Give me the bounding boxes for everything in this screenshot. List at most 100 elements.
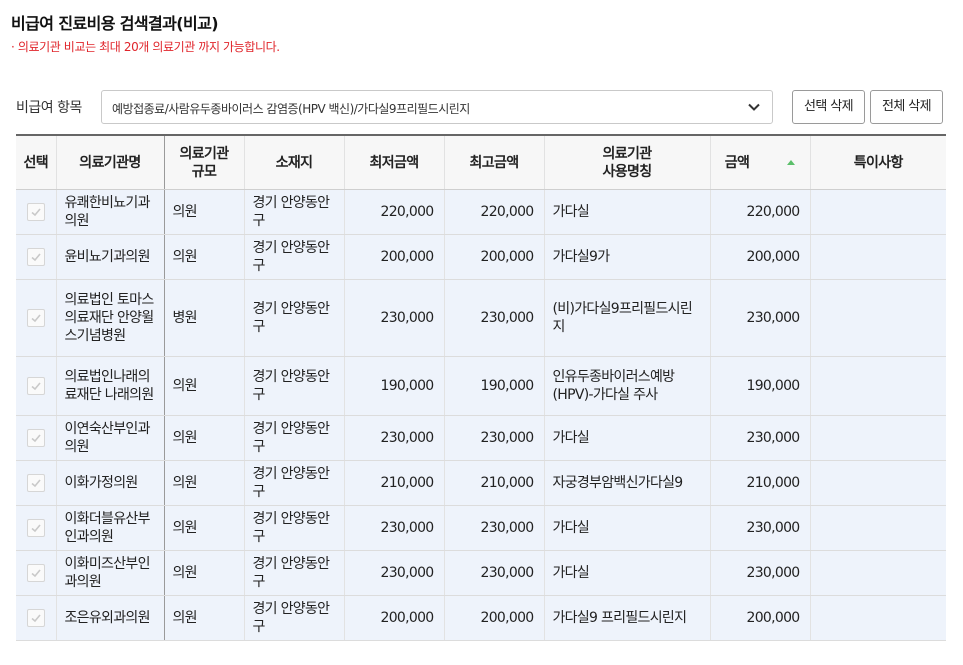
min-price: 230,000	[344, 415, 445, 461]
hospital-location: 경기 안양동안구	[244, 356, 345, 416]
hospital-scale: 병원	[164, 279, 245, 357]
usage-name: 가다실	[544, 550, 711, 596]
delete-all-button[interactable]: 전체 삭제	[870, 90, 943, 124]
hospital-location: 경기 안양동안구	[244, 234, 345, 280]
min-price: 200,000	[344, 234, 445, 280]
max-price: 230,000	[444, 415, 545, 461]
price: 220,000	[710, 189, 811, 235]
min-price: 210,000	[344, 460, 445, 506]
hospital-name: 이화가정의원	[56, 460, 165, 506]
hospital-name: 윤비뇨기과의원	[56, 234, 165, 280]
notes	[810, 415, 946, 461]
price: 230,000	[710, 550, 811, 596]
row-checkbox[interactable]	[26, 519, 45, 537]
table-row: 이화더블유산부인과의원 의원 경기 안양동안구 230,000 230,000 가다실 23…	[16, 505, 946, 551]
check-icon	[31, 524, 41, 533]
notes	[810, 505, 946, 551]
table-row: 윤비뇨기과의원 의원 경기 안양동안구 200,000 200,000 가다실9가 200,…	[16, 234, 946, 280]
chevron-down-icon	[746, 99, 762, 115]
min-price: 190,000	[344, 356, 445, 416]
check-icon	[31, 382, 41, 391]
row-select-cell	[16, 460, 57, 506]
check-icon	[31, 434, 41, 443]
header-scale: 의료기관 규모	[164, 135, 245, 190]
table-row: 조은유외과의원 의원 경기 안양동안구 200,000 200,000 가다실9 프리필드…	[16, 595, 946, 641]
hospital-name: 의료법인나래의료재단 나래의원	[56, 356, 165, 416]
notes	[810, 460, 946, 506]
row-checkbox[interactable]	[26, 248, 45, 266]
header-max-price: 최고금액	[444, 135, 545, 190]
header-min-price: 최저금액	[344, 135, 445, 190]
row-checkbox[interactable]	[26, 309, 45, 327]
hospital-location: 경기 안양동안구	[244, 415, 345, 461]
hospital-scale: 의원	[164, 189, 245, 235]
check-icon	[31, 569, 41, 578]
max-price: 230,000	[444, 505, 545, 551]
hospital-scale: 의원	[164, 595, 245, 641]
header-name: 의료기관명	[56, 135, 165, 190]
usage-name: 인유두종바이러스예방(HPV)-가다실 주사	[544, 356, 711, 416]
usage-name: 가다실9가	[544, 234, 711, 280]
header-price[interactable]: 금액	[710, 135, 811, 190]
header-notes: 특이사항	[810, 135, 946, 190]
usage-name: 가다실	[544, 189, 711, 235]
check-icon	[31, 253, 41, 262]
hospital-scale: 의원	[164, 356, 245, 416]
hospital-location: 경기 안양동안구	[244, 279, 345, 357]
header-select: 선택	[16, 135, 57, 190]
price: 230,000	[710, 279, 811, 357]
table-row: 이화미즈산부인과의원 의원 경기 안양동안구 230,000 230,000 가다실 230…	[16, 550, 946, 596]
max-price: 220,000	[444, 189, 545, 235]
row-select-cell	[16, 595, 57, 641]
price: 200,000	[710, 595, 811, 641]
price: 230,000	[710, 415, 811, 461]
row-select-cell	[16, 279, 57, 357]
row-select-cell	[16, 550, 57, 596]
hospital-scale: 의원	[164, 415, 245, 461]
hospital-scale: 의원	[164, 460, 245, 506]
max-price: 190,000	[444, 356, 545, 416]
hospital-location: 경기 안양동안구	[244, 460, 345, 506]
hospital-location: 경기 안양동안구	[244, 595, 345, 641]
row-select-cell	[16, 356, 57, 416]
notes	[810, 595, 946, 641]
row-checkbox[interactable]	[26, 377, 45, 395]
hospital-location: 경기 안양동안구	[244, 550, 345, 596]
hospital-scale: 의원	[164, 234, 245, 280]
sort-asc-icon[interactable]	[787, 160, 796, 165]
delete-selected-button[interactable]: 선택 삭제	[792, 90, 865, 124]
row-select-cell	[16, 505, 57, 551]
row-checkbox[interactable]	[26, 474, 45, 492]
min-price: 230,000	[344, 279, 445, 357]
check-icon	[31, 208, 41, 217]
table-header-row: 선택 의료기관명 의료기관 규모 소재지 최저금액 최고금액 의료기관 사용명칭 금…	[16, 135, 946, 190]
check-icon	[31, 314, 41, 323]
hospital-name: 이화더블유산부인과의원	[56, 505, 165, 551]
max-price: 200,000	[444, 595, 545, 641]
page-title: 비급여 진료비용 검색결과(비교)	[11, 14, 219, 33]
hospital-name: 조은유외과의원	[56, 595, 165, 641]
check-icon	[31, 614, 41, 623]
price: 210,000	[710, 460, 811, 506]
row-checkbox[interactable]	[26, 203, 45, 221]
usage-name: 가다실	[544, 415, 711, 461]
row-checkbox[interactable]	[26, 564, 45, 582]
price: 230,000	[710, 505, 811, 551]
notes	[810, 279, 946, 357]
min-price: 230,000	[344, 505, 445, 551]
hospital-location: 경기 안양동안구	[244, 505, 345, 551]
row-select-cell	[16, 415, 57, 461]
hospital-name: 의료법인 토마스의료재단 안양윌스기념병원	[56, 279, 165, 357]
row-select-cell	[16, 189, 57, 235]
item-select[interactable]: 예방접종료/사람유두종바이러스 감염증(HPV 백신)/가다실9프리필드시린지	[101, 90, 773, 124]
notes	[810, 234, 946, 280]
usage-name: (비)가다실9프리필드시린지	[544, 279, 711, 357]
table-row: 유쾌한비뇨기과의원 의원 경기 안양동안구 220,000 220,000 가다실 220,…	[16, 189, 946, 235]
hospital-name: 유쾌한비뇨기과의원	[56, 189, 165, 235]
max-price: 230,000	[444, 279, 545, 357]
row-checkbox[interactable]	[26, 429, 45, 447]
row-checkbox[interactable]	[26, 609, 45, 627]
table-row: 의료법인나래의료재단 나래의원 의원 경기 안양동안구 190,000 190,000 인…	[16, 356, 946, 416]
max-price: 200,000	[444, 234, 545, 280]
notes	[810, 356, 946, 416]
